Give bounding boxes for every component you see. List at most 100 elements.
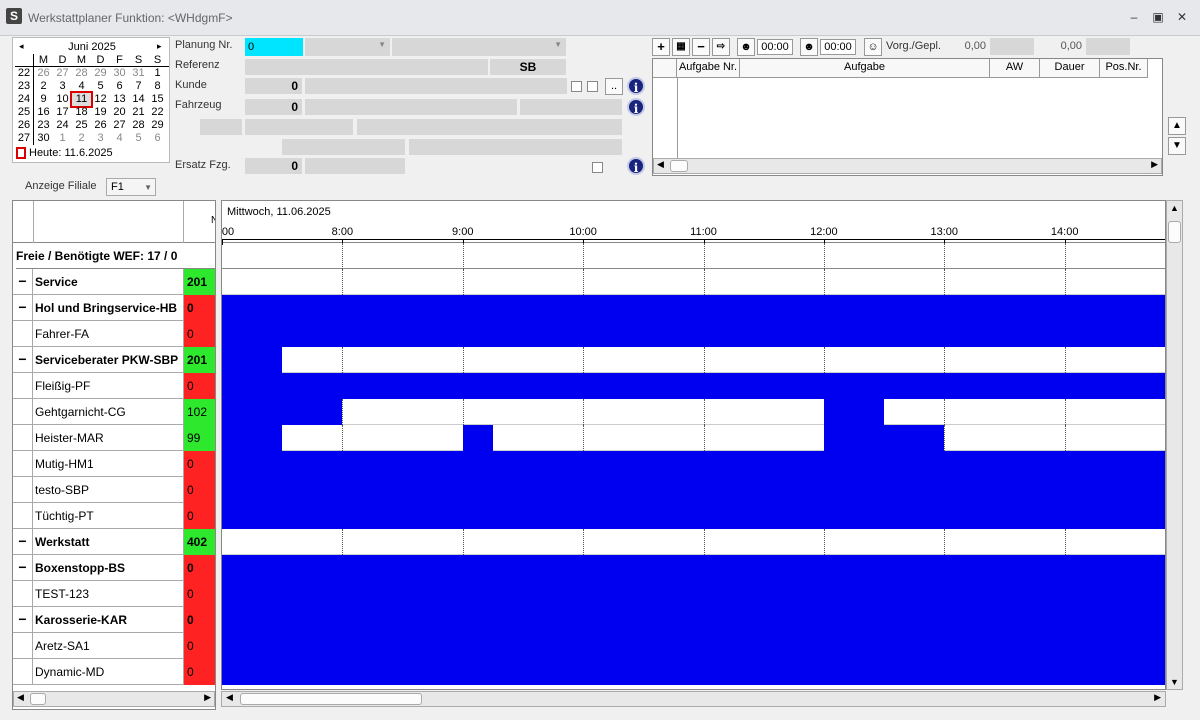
scroll-left-icon[interactable]: ◀ [226, 692, 233, 703]
schedule-row[interactable] [222, 451, 1165, 477]
calendar-day[interactable]: 14 [129, 93, 148, 106]
task-tree-icon[interactable]: ▦ [672, 38, 690, 56]
move-down-button[interactable]: ▼ [1168, 137, 1186, 155]
kunde-checkbox-2[interactable] [587, 81, 598, 92]
calendar-day[interactable]: 7 [129, 80, 148, 93]
col-aufgabe[interactable]: Aufgabe [740, 59, 990, 78]
busy-block[interactable] [222, 633, 1165, 659]
schedule-row[interactable] [222, 399, 1165, 425]
busy-block[interactable] [222, 399, 343, 425]
scroll-thumb[interactable] [1168, 221, 1181, 243]
minimize-button[interactable]: – [1124, 8, 1144, 26]
calendar-day[interactable]: 4 [72, 80, 91, 93]
end-person-icon[interactable]: ☻ [800, 38, 818, 56]
calendar-day[interactable]: 10 [53, 93, 72, 106]
close-button[interactable]: ✕ [1172, 8, 1192, 26]
col-pos-nr[interactable]: Pos.Nr. [1100, 59, 1148, 78]
scroll-right-icon[interactable]: ▶ [204, 692, 211, 703]
resource-row[interactable]: − Hol und Bringservice-HB 0 [13, 295, 215, 321]
calendar-day[interactable]: 13 [110, 93, 129, 106]
scroll-right-icon[interactable]: ▶ [1154, 692, 1161, 703]
calendar-day[interactable]: 3 [53, 80, 72, 93]
busy-block[interactable] [222, 295, 1165, 321]
calendar-day[interactable]: 8 [148, 80, 167, 93]
calendar-day[interactable]: 26 [91, 119, 110, 132]
referenz-field[interactable] [245, 59, 488, 75]
calendar-day[interactable]: 6 [110, 80, 129, 93]
scroll-left-icon[interactable]: ◀ [17, 692, 24, 703]
resource-row[interactable]: − Karosserie-KAR 0 [13, 607, 215, 633]
kunde-info-icon[interactable]: i [627, 77, 645, 95]
calendar-day[interactable]: 9 [34, 93, 53, 106]
busy-block[interactable] [462, 425, 493, 451]
busy-block[interactable] [222, 503, 1165, 529]
busy-block[interactable] [222, 581, 1165, 607]
ersatz-field[interactable] [305, 158, 405, 174]
calendar-day[interactable]: 31 [129, 67, 148, 80]
move-up-button[interactable]: ▲ [1168, 117, 1186, 135]
start-person-icon[interactable]: ☻ [737, 38, 755, 56]
scroll-down-icon[interactable]: ▼ [1170, 677, 1179, 687]
fahrzeug-info-icon[interactable]: i [627, 98, 645, 116]
collapse-icon[interactable]: − [13, 347, 33, 373]
scroll-up-icon[interactable]: ▲ [1170, 203, 1179, 213]
schedule-row[interactable] [222, 347, 1165, 373]
calendar-day[interactable]: 29 [91, 67, 110, 80]
schedule-row[interactable] [222, 529, 1165, 555]
col-aw[interactable]: AW [990, 59, 1040, 78]
resource-row[interactable]: Fahrer-FA 0 [13, 321, 215, 347]
calendar-day[interactable]: 2 [34, 80, 53, 93]
schedule-row[interactable] [222, 321, 1165, 347]
resource-row[interactable]: − Werkstatt 402 [13, 529, 215, 555]
calendar-day[interactable]: 20 [110, 106, 129, 119]
extra-field-3[interactable] [357, 119, 622, 135]
extra-field-4[interactable] [282, 139, 405, 155]
schedule-row[interactable] [222, 555, 1165, 581]
planung-dropdown-1[interactable]: ▼ [305, 38, 390, 56]
insert-task-icon[interactable]: ⇨ [712, 38, 730, 56]
kunde-browse-button[interactable]: .. [605, 78, 623, 95]
remove-task-button[interactable]: − [692, 38, 710, 56]
busy-block[interactable] [222, 555, 1165, 581]
planung-dropdown-2[interactable]: ▼ [392, 38, 566, 56]
extra-field-1[interactable] [200, 119, 242, 135]
scroll-right-icon[interactable]: ▶ [1151, 159, 1158, 170]
ersatz-info-icon[interactable]: i [627, 157, 645, 175]
schedule-hscroll[interactable]: ◀ ▶ [221, 691, 1166, 707]
kunde-number-field[interactable]: 0 [245, 78, 302, 94]
resource-row[interactable]: − Service 201 [13, 269, 215, 295]
schedule-chart[interactable]: Mittwoch, 11.06.2025 00 8:00 9:00 10:00 11:0… [221, 200, 1166, 690]
calendar-day[interactable]: 3 [91, 132, 110, 145]
schedule-row[interactable] [222, 633, 1165, 659]
busy-block[interactable] [222, 347, 283, 373]
calendar-day[interactable]: 29 [148, 119, 167, 132]
resource-row[interactable]: Tüchtig-PT 0 [13, 503, 215, 529]
schedule-row[interactable] [222, 607, 1165, 633]
calendar-day[interactable]: 11 [70, 91, 93, 108]
collapse-icon[interactable]: − [13, 555, 33, 581]
task-table[interactable]: Aufgabe Nr. Aufgabe AW Dauer Pos.Nr. ◀ ▶ [652, 58, 1163, 176]
busy-block[interactable] [222, 373, 1165, 399]
calendar-day[interactable]: 24 [53, 119, 72, 132]
kunde-name-field[interactable] [305, 78, 567, 94]
kunde-checkbox-1[interactable] [571, 81, 582, 92]
calendar-day[interactable]: 27 [110, 119, 129, 132]
resource-row[interactable]: Mutig-HM1 0 [13, 451, 215, 477]
col-aufgabe-nr[interactable]: Aufgabe Nr. [677, 59, 740, 78]
calendar-day[interactable]: 6 [148, 132, 167, 145]
task-table-hscroll[interactable]: ◀ ▶ [653, 158, 1162, 174]
busy-block[interactable] [222, 659, 1165, 685]
calendar-day[interactable]: 23 [34, 119, 53, 132]
calendar-day[interactable]: 21 [129, 106, 148, 119]
resource-row[interactable]: − Serviceberater PKW-SBP 201 [13, 347, 215, 373]
end-time-field[interactable]: 00:00 [820, 39, 856, 55]
fahrzeug-number-field[interactable]: 0 [245, 99, 302, 115]
calendar-day[interactable]: 30 [110, 67, 129, 80]
busy-block[interactable] [823, 399, 885, 425]
schedule-row[interactable] [222, 503, 1165, 529]
calendar-day[interactable]: 4 [110, 132, 129, 145]
calendar-day[interactable]: 28 [72, 67, 91, 80]
calendar-day[interactable]: 30 [34, 132, 53, 145]
ersatz-number-field[interactable]: 0 [245, 158, 302, 174]
people-icon[interactable]: ☺ [864, 38, 882, 56]
